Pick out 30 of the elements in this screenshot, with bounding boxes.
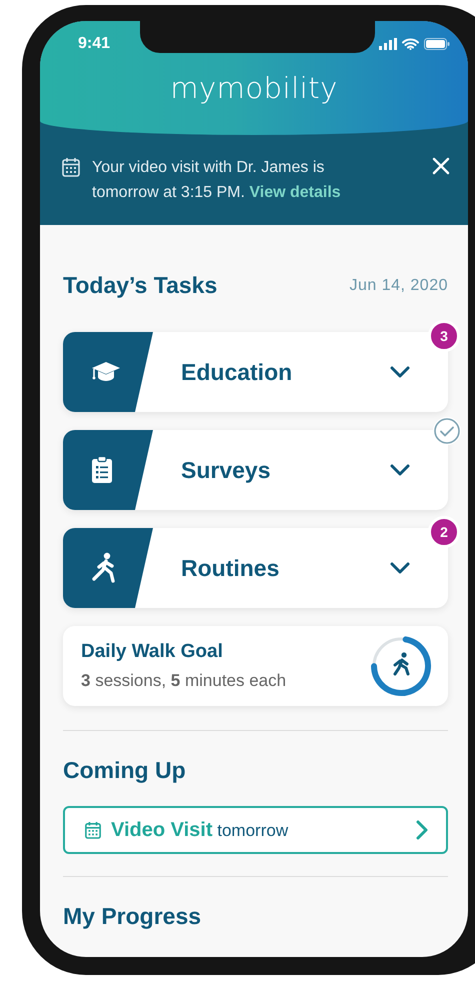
walk-goal-detail: 3 sessions, 5 minutes each bbox=[81, 671, 286, 691]
section-title: Coming Up bbox=[63, 757, 187, 784]
clipboard-list-icon bbox=[91, 456, 113, 484]
chevron-down-icon bbox=[390, 464, 410, 476]
walk-goal-title: Daily Walk Goal bbox=[81, 641, 224, 663]
view-details-link[interactable]: View details bbox=[249, 184, 341, 201]
visit-reminder-text: Your video visit with Dr. James is tomorrow at 3:15 PM. View details bbox=[92, 158, 342, 203]
status-time: 9:41 bbox=[78, 35, 110, 53]
upcoming-visit-button[interactable]: Video Visit tomorrow bbox=[63, 806, 448, 854]
section-title: Today’s Tasks bbox=[63, 272, 218, 299]
graduation-cap-icon bbox=[91, 361, 121, 383]
stretching-person-icon bbox=[91, 552, 117, 584]
walk-goal-card[interactable]: Daily Walk Goal 3 sessions, 5 minutes each bbox=[63, 626, 448, 706]
calendar-icon bbox=[62, 157, 80, 177]
wifi-icon bbox=[402, 38, 419, 50]
date-label: Jun 14, 2020 bbox=[349, 276, 448, 294]
calendar-icon bbox=[85, 821, 101, 839]
count-badge: 2 bbox=[428, 516, 460, 548]
task-card[interactable]: Surveys bbox=[63, 430, 448, 510]
signal-icon bbox=[379, 38, 397, 50]
count-badge: 3 bbox=[428, 320, 460, 352]
battery-icon bbox=[424, 38, 450, 50]
check-circle-icon bbox=[432, 416, 462, 446]
section-title: My Progress bbox=[63, 903, 202, 930]
walking-person-icon bbox=[394, 652, 410, 676]
close-icon[interactable] bbox=[432, 157, 450, 175]
chevron-right-icon bbox=[416, 820, 428, 840]
app-logo: mymobility bbox=[169, 71, 339, 105]
chevron-down-icon bbox=[390, 562, 410, 574]
chevron-down-icon bbox=[390, 366, 410, 378]
